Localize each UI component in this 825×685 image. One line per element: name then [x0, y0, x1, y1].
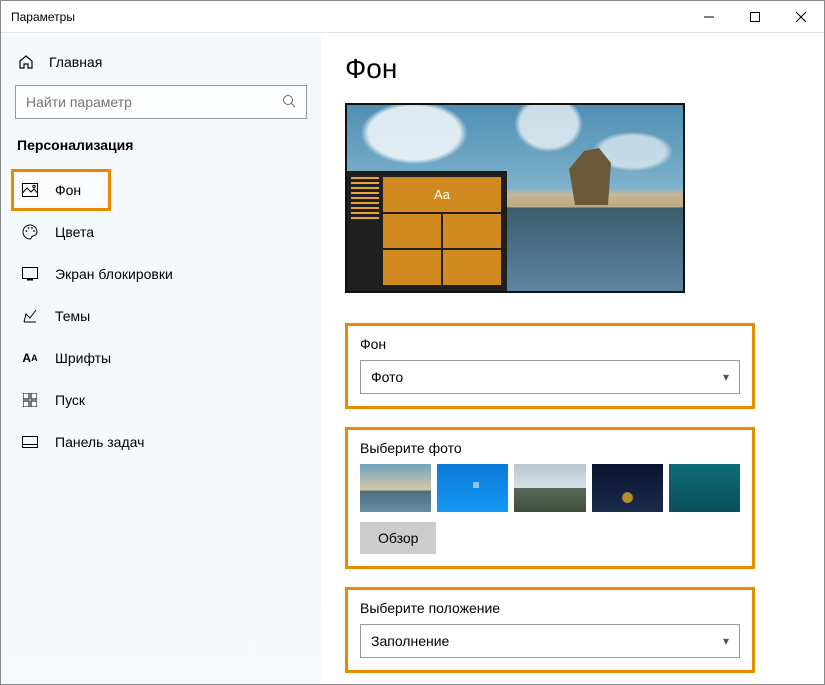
home-link[interactable]: Главная [11, 47, 311, 85]
sidebar-item-label: Панель задач [55, 434, 144, 450]
main-panel: Фон Aa Фон [321, 33, 824, 684]
browse-button[interactable]: Обзор [360, 522, 436, 554]
photo-thumb[interactable] [437, 464, 508, 512]
themes-icon [21, 307, 39, 325]
sidebar-item-taskbar[interactable]: Панель задач [11, 421, 311, 463]
window-title: Параметры [11, 10, 75, 24]
picture-icon [21, 181, 39, 199]
sidebar-item-label: Пуск [55, 392, 85, 408]
search-icon [282, 94, 296, 111]
sidebar-item-label: Цвета [55, 224, 94, 240]
sidebar-item-themes[interactable]: Темы [11, 295, 311, 337]
section-header: Персонализация [11, 137, 311, 169]
taskbar-icon [21, 433, 39, 451]
sidebar-item-label: Шрифты [55, 350, 111, 366]
page-title: Фон [345, 53, 800, 85]
chevron-down-icon: ▾ [723, 634, 729, 648]
sidebar: Главная Персонализация Фон Цвета [1, 33, 321, 684]
fonts-icon: AA [21, 349, 39, 367]
settings-window: Параметры Главная [0, 0, 825, 685]
search-input[interactable] [26, 94, 282, 110]
preview-sample-text: Aa [383, 177, 501, 212]
photo-thumb[interactable] [360, 464, 431, 512]
preview-start-menu: Aa [347, 171, 507, 291]
close-button[interactable] [778, 1, 824, 33]
fit-group: Выберите положение Заполнение ▾ [345, 587, 755, 673]
preview-start-tiles: Aa [383, 171, 507, 291]
lockscreen-icon [21, 265, 39, 283]
maximize-button[interactable] [732, 1, 778, 33]
sidebar-item-label: Темы [55, 308, 90, 324]
background-dropdown[interactable]: Фото ▾ [360, 360, 740, 394]
background-label: Фон [360, 336, 740, 352]
fit-value: Заполнение [371, 633, 449, 649]
sidebar-item-label: Фон [55, 182, 81, 198]
choose-photo-group: Выберите фото Обзор [345, 427, 755, 569]
search-input-wrapper[interactable] [15, 85, 307, 119]
preview-landscape [563, 145, 623, 205]
background-value: Фото [371, 369, 403, 385]
fit-dropdown[interactable]: Заполнение ▾ [360, 624, 740, 658]
sidebar-item-lockscreen[interactable]: Экран блокировки [11, 253, 311, 295]
home-icon [17, 53, 35, 71]
photo-thumb[interactable] [592, 464, 663, 512]
photo-thumb[interactable] [669, 464, 740, 512]
sidebar-item-colors[interactable]: Цвета [11, 211, 311, 253]
wallpaper-preview: Aa [345, 103, 685, 293]
start-icon [21, 391, 39, 409]
sidebar-item-label: Экран блокировки [55, 266, 173, 282]
titlebar: Параметры [1, 1, 824, 33]
preview-start-list [347, 171, 383, 291]
photo-thumb[interactable] [514, 464, 585, 512]
palette-icon [21, 223, 39, 241]
background-group: Фон Фото ▾ [345, 323, 755, 409]
photo-thumbnails [360, 464, 740, 512]
sidebar-item-fonts[interactable]: AA Шрифты [11, 337, 311, 379]
home-label: Главная [49, 54, 102, 70]
minimize-icon [704, 12, 714, 22]
choose-photo-label: Выберите фото [360, 440, 740, 456]
fit-label: Выберите положение [360, 600, 740, 616]
close-icon [796, 12, 806, 22]
chevron-down-icon: ▾ [723, 370, 729, 384]
maximize-icon [750, 12, 760, 22]
minimize-button[interactable] [686, 1, 732, 33]
window-controls [686, 1, 824, 33]
sidebar-item-background[interactable]: Фон [11, 169, 111, 211]
sidebar-item-start[interactable]: Пуск [11, 379, 311, 421]
content-area: Главная Персонализация Фон Цвета [1, 33, 824, 684]
